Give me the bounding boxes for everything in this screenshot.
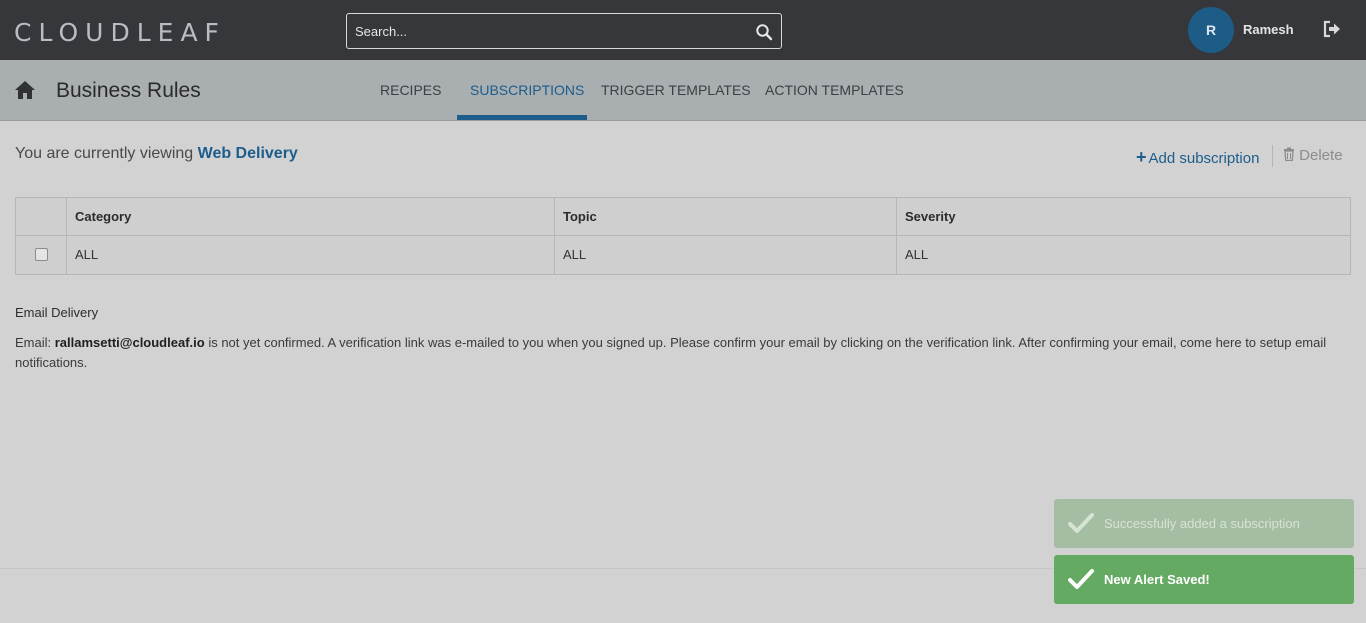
toast-message: Successfully added a subscription xyxy=(1104,516,1300,531)
delete-button[interactable]: Delete xyxy=(1283,147,1343,164)
table-header-row: Category Topic Severity xyxy=(16,198,1350,236)
viewing-prefix: You are currently viewing xyxy=(15,145,194,162)
viewing-name: Web Delivery xyxy=(197,145,298,162)
toast-alert-saved[interactable]: New Alert Saved! xyxy=(1054,555,1354,604)
viewing-heading: You are currently viewing Web Delivery xyxy=(15,145,298,163)
email-address: rallamsetti@cloudleaf.io xyxy=(54,335,205,350)
subscriptions-table: Category Topic Severity ALL ALL ALL xyxy=(15,197,1351,275)
add-subscription-button[interactable]: + Add subscription xyxy=(1136,147,1259,168)
header-topic[interactable]: Topic xyxy=(555,198,897,235)
home-icon[interactable] xyxy=(14,80,36,100)
add-subscription-label: Add subscription xyxy=(1148,150,1260,167)
action-divider xyxy=(1272,145,1273,167)
header-select-cell xyxy=(16,198,67,235)
header-category[interactable]: Category xyxy=(67,198,555,235)
email-label: Email: xyxy=(15,335,52,350)
table-row[interactable]: ALL ALL ALL xyxy=(16,236,1350,274)
plus-icon: + xyxy=(1136,147,1147,167)
tab-subscriptions[interactable]: SUBSCRIPTIONS xyxy=(470,82,584,98)
search-input[interactable] xyxy=(355,14,745,48)
tab-action-templates[interactable]: ACTION TEMPLATES xyxy=(765,82,904,98)
tab-recipes[interactable]: RECIPES xyxy=(380,82,441,98)
header-severity[interactable]: Severity xyxy=(897,198,1352,235)
row-severity: ALL xyxy=(905,247,929,262)
tab-trigger-templates[interactable]: TRIGGER TEMPLATES xyxy=(601,82,751,98)
email-delivery-title: Email Delivery xyxy=(15,305,99,320)
check-icon xyxy=(1068,513,1094,533)
row-topic: ALL xyxy=(555,236,897,274)
email-message: is not yet confirmed. A verification lin… xyxy=(15,335,1327,370)
logout-icon[interactable] xyxy=(1322,19,1342,39)
search-box[interactable] xyxy=(346,13,782,49)
user-name[interactable]: Ramesh xyxy=(1243,22,1294,37)
row-category: ALL xyxy=(67,236,555,274)
row-checkbox[interactable] xyxy=(35,248,48,261)
top-bar: CLOUDLEAF R Ramesh xyxy=(0,0,1366,60)
check-icon xyxy=(1068,569,1094,589)
page-title: Business Rules xyxy=(56,79,201,102)
search-icon[interactable] xyxy=(755,23,773,41)
delete-label: Delete xyxy=(1299,147,1343,164)
row-select-cell xyxy=(16,236,67,274)
trash-icon xyxy=(1284,147,1294,162)
logo: CLOUDLEAF xyxy=(14,18,226,47)
sub-header: Business Rules RECIPES SUBSCRIPTIONS TRI… xyxy=(0,60,1366,121)
active-tab-indicator xyxy=(457,115,587,120)
email-status-message: Email: rallamsetti@cloudleaf.io is not y… xyxy=(15,333,1335,373)
toast-subscription-added[interactable]: Successfully added a subscription xyxy=(1054,499,1354,548)
toast-message: New Alert Saved! xyxy=(1104,572,1210,587)
avatar[interactable]: R xyxy=(1188,7,1234,53)
